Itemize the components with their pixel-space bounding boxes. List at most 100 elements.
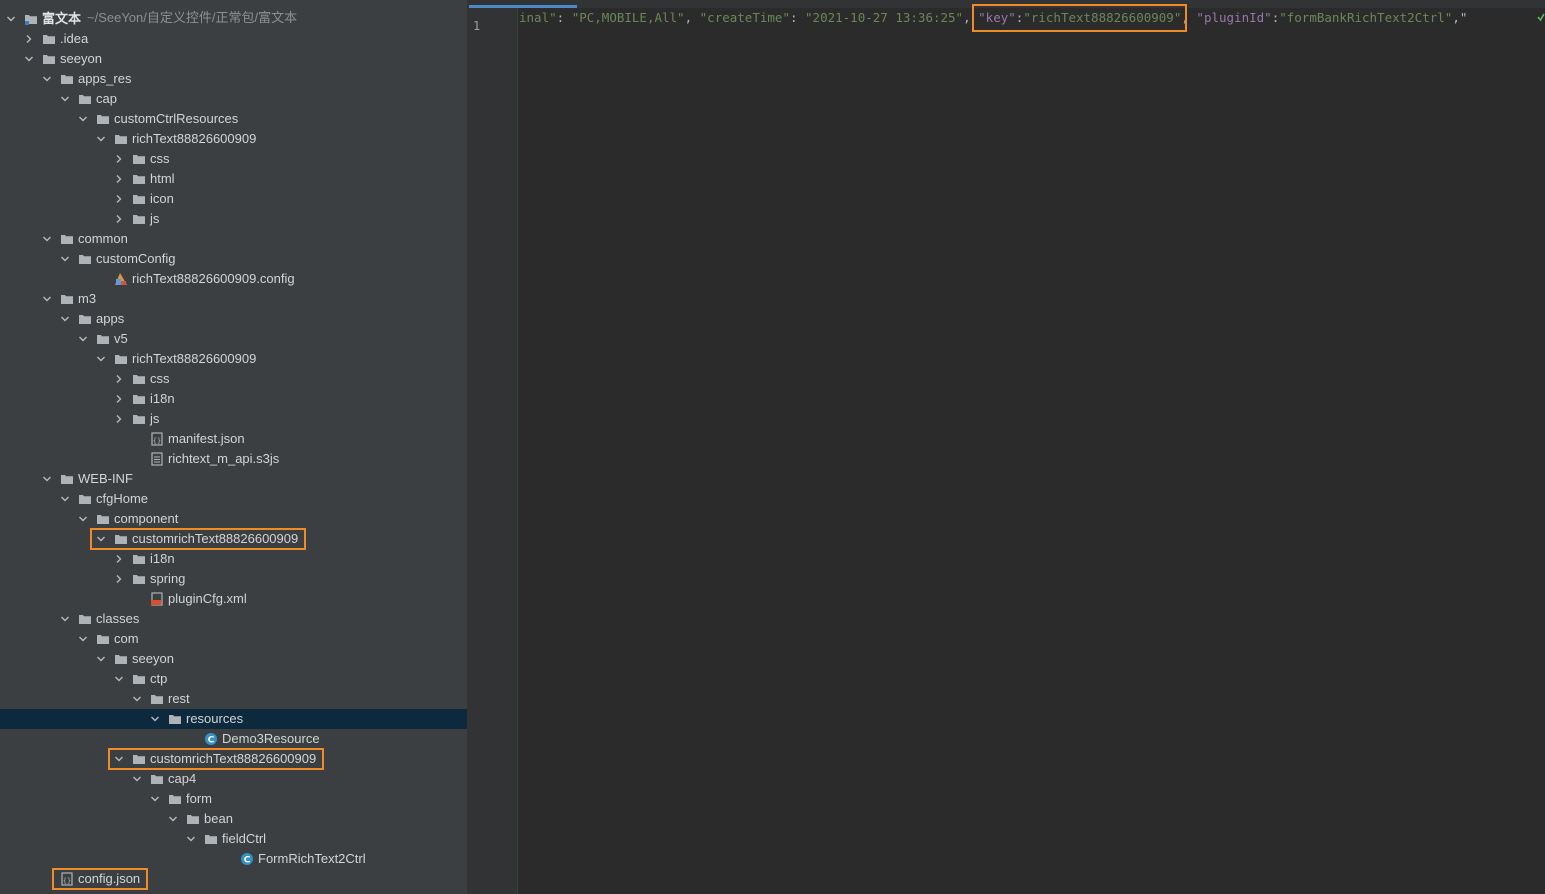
tree-row[interactable]: WEB-INF xyxy=(0,469,467,489)
chevron-down-icon[interactable] xyxy=(58,309,72,329)
chevron-right-icon[interactable] xyxy=(112,569,126,589)
chevron-down-icon[interactable] xyxy=(76,629,90,649)
folder-icon xyxy=(96,112,110,126)
chevron-down-icon[interactable] xyxy=(58,489,72,509)
tree-row[interactable]: apps xyxy=(0,309,467,329)
folder-icon xyxy=(132,372,146,386)
tree-row[interactable]: component xyxy=(0,509,467,529)
chevron-down-icon[interactable] xyxy=(58,249,72,269)
tree-row[interactable]: richText88826600909 xyxy=(0,129,467,149)
tree-row[interactable]: i18n xyxy=(0,389,467,409)
tree-row[interactable]: m3 xyxy=(0,289,467,309)
code-editor[interactable]: 1 inal": "PC,MOBILE,All", "createTime": … xyxy=(467,0,1545,894)
tree-row[interactable]: seeyon xyxy=(0,649,467,669)
chevron-down-icon[interactable] xyxy=(130,769,144,789)
tree-row[interactable]: form xyxy=(0,789,467,809)
folder-icon xyxy=(132,152,146,166)
tree-row[interactable]: icon xyxy=(0,189,467,209)
tree-row[interactable]: cfgHome xyxy=(0,489,467,509)
svg-text:C: C xyxy=(244,855,251,865)
tree-row[interactable]: v5 xyxy=(0,329,467,349)
chevron-down-icon[interactable] xyxy=(166,809,180,829)
tree-row[interactable]: {} manifest.json xyxy=(0,429,467,449)
chevron-down-icon[interactable] xyxy=(40,289,54,309)
tree-row[interactable]: resources xyxy=(0,709,467,729)
chevron-down-icon[interactable] xyxy=(76,509,90,529)
chevron-down-icon[interactable] xyxy=(112,669,126,689)
tree-row[interactable]: ctp xyxy=(0,669,467,689)
tree-row[interactable]: richText88826600909.config xyxy=(0,269,467,289)
folder-icon xyxy=(132,392,146,406)
highlight-box xyxy=(90,528,306,550)
tree-row[interactable]: cap xyxy=(0,89,467,109)
chevron-down-icon[interactable] xyxy=(148,709,162,729)
chevron-right-icon[interactable] xyxy=(112,369,126,389)
folder-icon xyxy=(168,712,182,726)
chevron-down-icon[interactable] xyxy=(58,609,72,629)
tree-row[interactable]: spring xyxy=(0,569,467,589)
folder-icon xyxy=(114,652,128,666)
chevron-down-icon[interactable] xyxy=(94,349,108,369)
folder-icon xyxy=(132,672,146,686)
tree-row[interactable]: common xyxy=(0,229,467,249)
highlight-box xyxy=(52,868,148,890)
tree-item-label: seeyon xyxy=(60,51,102,66)
code-token: "createTime" xyxy=(699,10,790,25)
code-line[interactable]: inal": "PC,MOBILE,All", "createTime": "2… xyxy=(519,4,1467,32)
chevron-right-icon[interactable] xyxy=(112,149,126,169)
tree-row[interactable]: richText88826600909 xyxy=(0,349,467,369)
java-class-icon: C xyxy=(240,852,254,866)
chevron-right-icon[interactable] xyxy=(112,409,126,429)
tree-row[interactable]: js xyxy=(0,409,467,429)
tree-row[interactable]: customCtrlResources xyxy=(0,109,467,129)
chevron-right-icon[interactable] xyxy=(112,209,126,229)
tree-row[interactable]: js xyxy=(0,209,467,229)
tree-row[interactable]: cap4 xyxy=(0,769,467,789)
chevron-right-icon[interactable] xyxy=(112,389,126,409)
chevron-down-icon[interactable] xyxy=(76,329,90,349)
tree-row[interactable]: html xyxy=(0,169,467,189)
chevron-down-icon[interactable] xyxy=(184,829,198,849)
chevron-down-icon[interactable] xyxy=(94,129,108,149)
folder-icon xyxy=(168,792,182,806)
folder-icon xyxy=(78,492,92,506)
tree-item-label: fieldCtrl xyxy=(222,831,267,846)
chevron-down-icon[interactable] xyxy=(40,229,54,249)
chevron-down-icon[interactable] xyxy=(148,789,162,809)
chevron-down-icon[interactable] xyxy=(76,109,90,129)
tree-item-label: richText88826600909.config xyxy=(132,271,295,286)
folder-icon xyxy=(132,212,146,226)
tree-row[interactable]: C FormRichText2Ctrl xyxy=(0,849,467,869)
tree-row[interactable]: css xyxy=(0,369,467,389)
chevron-right-icon[interactable] xyxy=(112,189,126,209)
chevron-right-icon[interactable] xyxy=(112,169,126,189)
tree-row[interactable]: richtext_m_api.s3js xyxy=(0,449,467,469)
tree-row[interactable]: apps_res xyxy=(0,69,467,89)
chevron-right-icon[interactable] xyxy=(22,29,36,49)
tree-row[interactable]: fieldCtrl xyxy=(0,829,467,849)
tree-row[interactable]: classes xyxy=(0,609,467,629)
chevron-down-icon[interactable] xyxy=(22,49,36,69)
tree-row[interactable]: .idea xyxy=(0,29,467,49)
check-icon xyxy=(1537,13,1545,22)
chevron-down-icon[interactable] xyxy=(58,89,72,109)
tree-row[interactable]: i18n xyxy=(0,549,467,569)
tree-item-label: js xyxy=(150,411,160,426)
tree-row[interactable]: C Demo3Resource xyxy=(0,729,467,749)
tree-row[interactable]: com xyxy=(0,629,467,649)
chevron-down-icon[interactable] xyxy=(94,649,108,669)
tree-row[interactable]: rest xyxy=(0,689,467,709)
folder-icon xyxy=(60,232,74,246)
tree-row[interactable]: seeyon xyxy=(0,49,467,69)
chevron-down-icon[interactable] xyxy=(4,9,18,29)
chevron-down-icon[interactable] xyxy=(130,689,144,709)
chevron-down-icon[interactable] xyxy=(40,469,54,489)
folder-icon xyxy=(186,812,200,826)
tree-row[interactable]: css xyxy=(0,149,467,169)
chevron-down-icon[interactable] xyxy=(40,69,54,89)
tree-row[interactable]: customConfig xyxy=(0,249,467,269)
tree-row[interactable]: bean xyxy=(0,809,467,829)
folder-icon xyxy=(42,32,56,46)
chevron-right-icon[interactable] xyxy=(112,549,126,569)
tree-row[interactable]: pluginCfg.xml xyxy=(0,589,467,609)
